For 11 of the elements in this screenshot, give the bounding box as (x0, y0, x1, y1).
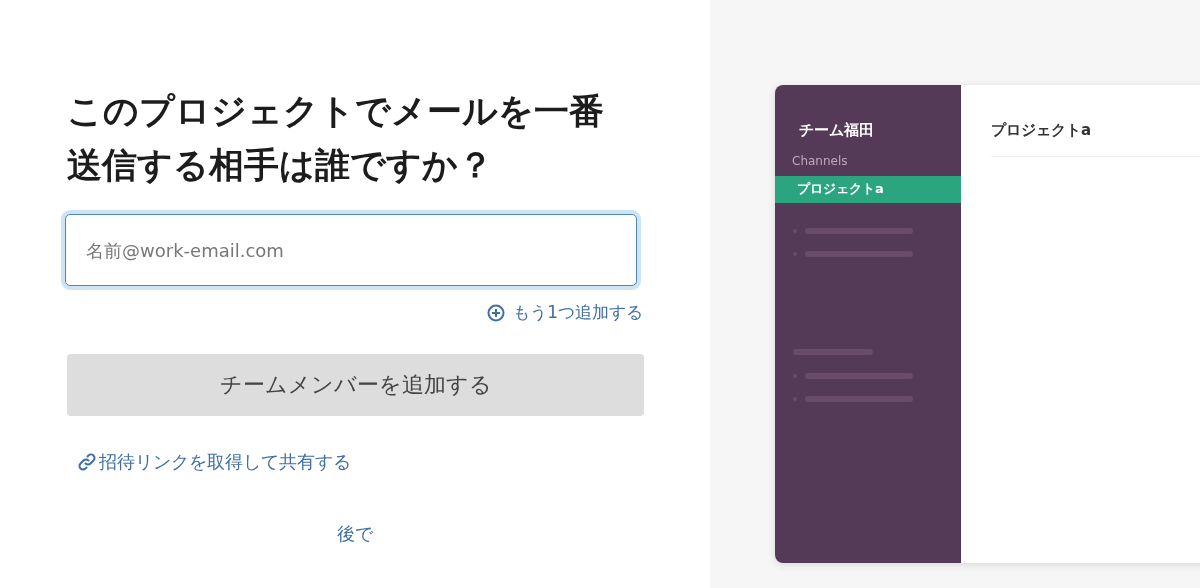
channel-item[interactable]: プロジェクトa (775, 176, 961, 203)
link-icon (77, 452, 97, 472)
channel-header: プロジェクトa (991, 121, 1200, 157)
section-label: Channels (791, 153, 849, 168)
plus-circle-icon (487, 303, 506, 322)
email-field[interactable]: 名前@work-email.com (65, 214, 637, 286)
team-name: チーム福田 (798, 121, 875, 140)
invite-link[interactable]: 招待リンクを取得して共有する (77, 450, 351, 474)
add-another-link[interactable]: もう1つ追加する (487, 301, 643, 324)
later-link[interactable]: 後で (337, 522, 373, 546)
heading: このプロジェクトでメールを一番送信する相手は誰ですか？ (67, 90, 605, 187)
